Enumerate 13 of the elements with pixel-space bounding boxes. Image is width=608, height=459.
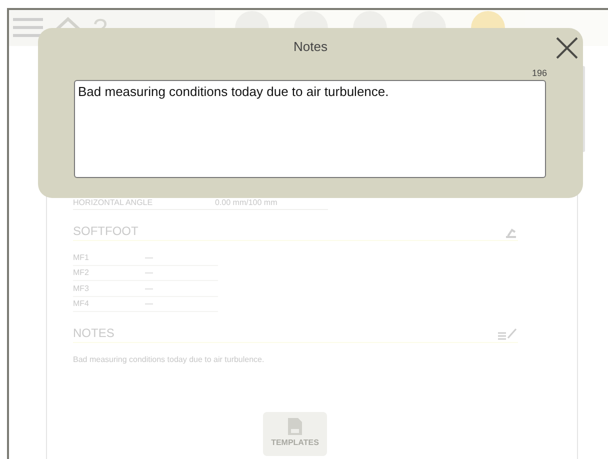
table-cell: — [145,252,153,262]
table-cell-text: MF3 [73,284,90,293]
field-value: 0.00 mm/100 mm [215,198,278,207]
table-cell: — [145,284,153,293]
table-cell-text: MF1 [73,252,90,262]
table-cell-text: MF2 [73,268,90,278]
table-cell: — [145,268,153,278]
table-cell: — [145,299,153,308]
note-text: Bad measuring conditions today due to air turbulence. [73,355,266,364]
table-cell-text: MF4 [73,299,90,308]
field-label: HORIZONTAL ANGLE [73,198,154,207]
dialog-title: Notes [292,39,328,54]
character-counter: 196 [532,68,547,78]
